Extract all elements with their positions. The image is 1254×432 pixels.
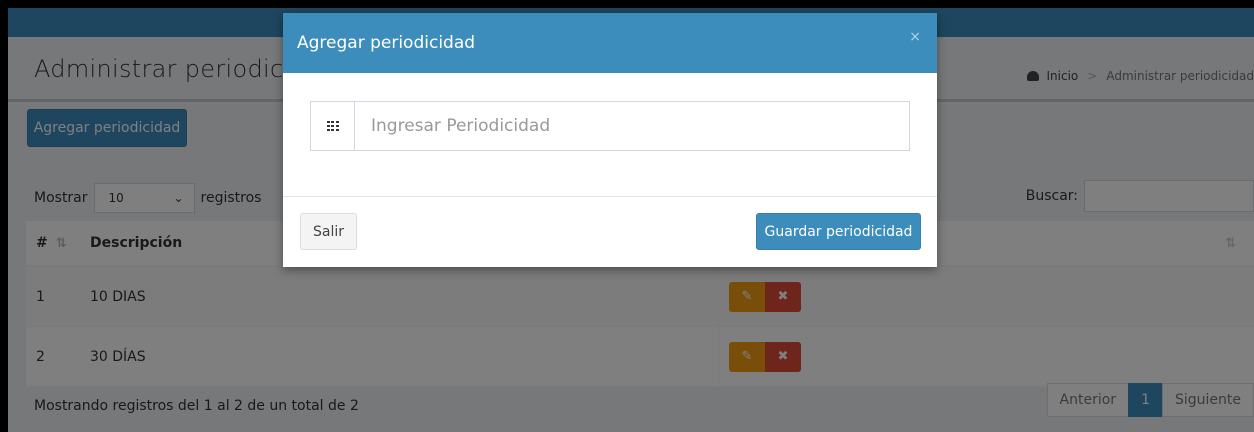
modal-footer: Salir Guardar periodicidad bbox=[283, 197, 937, 267]
exit-button[interactable]: Salir bbox=[300, 213, 357, 250]
save-periodicity-button[interactable]: Guardar periodicidad bbox=[756, 213, 921, 250]
input-addon bbox=[311, 102, 355, 150]
periodicity-input-group bbox=[310, 101, 910, 151]
th-icon bbox=[326, 121, 339, 131]
periodicity-input[interactable] bbox=[355, 102, 909, 150]
close-icon[interactable]: × bbox=[909, 29, 921, 45]
modal-body bbox=[283, 73, 937, 197]
modal-header: Agregar periodicidad × bbox=[283, 13, 937, 73]
add-periodicity-modal: Agregar periodicidad × Salir Guardar per… bbox=[283, 13, 937, 267]
modal-title: Agregar periodicidad bbox=[297, 33, 476, 53]
